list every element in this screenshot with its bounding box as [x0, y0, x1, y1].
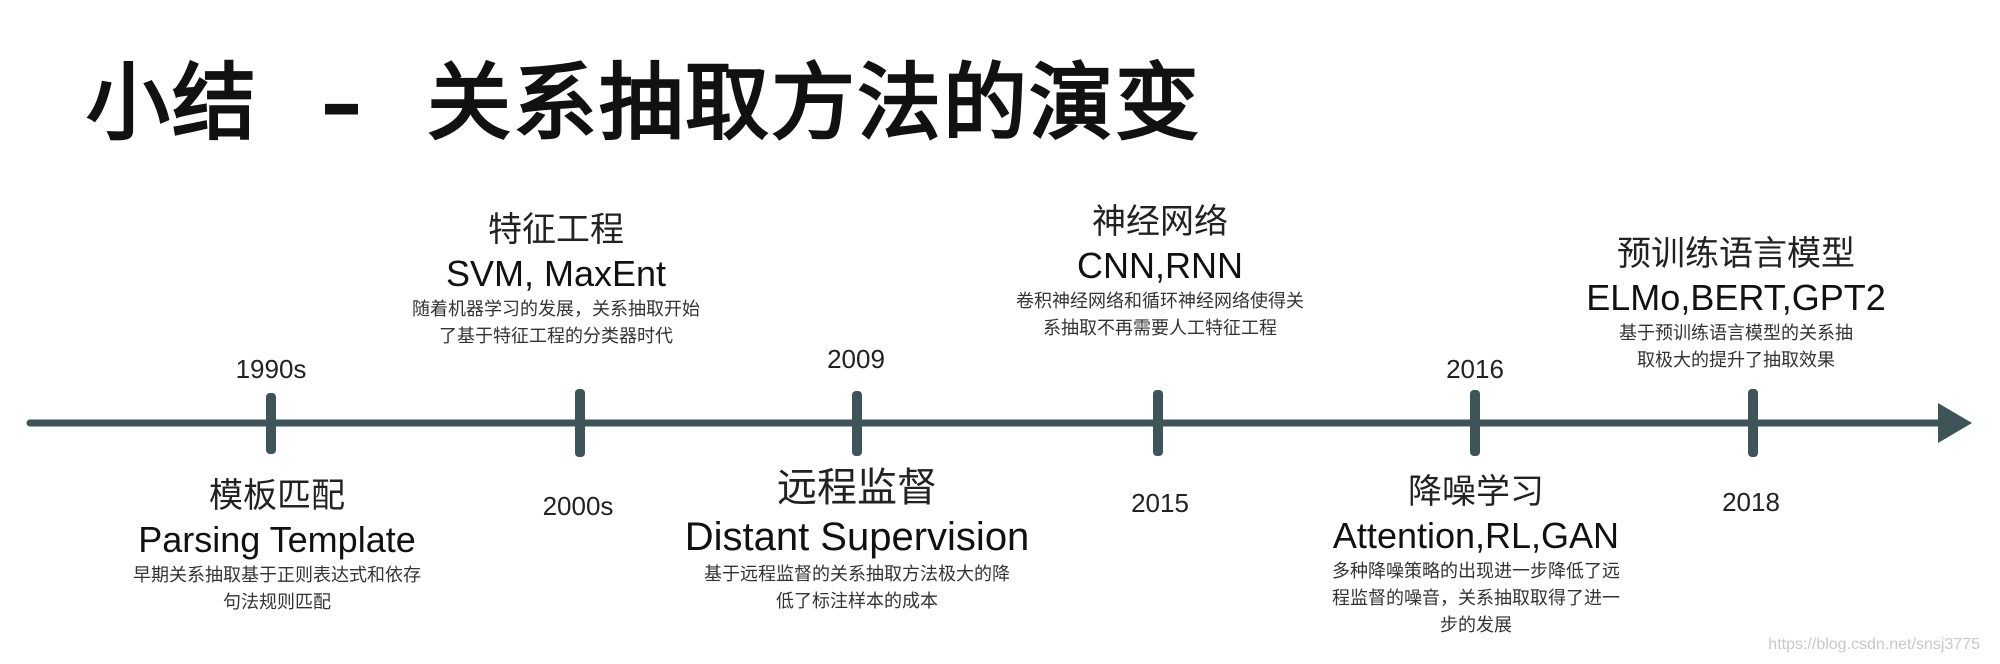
milestone-desc-line: 了基于特征工程的分类器时代 [439, 326, 673, 347]
milestone-en-title: SVM, MaxEnt [445, 253, 667, 294]
tick-2000s [575, 389, 585, 457]
milestone-desc-line: 随着机器学习的发展，关系抽取开始 [412, 299, 700, 320]
milestone-cn-title: 降噪学习 [1408, 472, 1544, 512]
tick-1990s [266, 393, 276, 454]
tick-2016 [1470, 390, 1480, 456]
milestone-desc-line: 基于预训练语言模型的关系抽 [1618, 323, 1853, 344]
milestone-cn-title: 神经网络 [1092, 202, 1228, 242]
milestone-desc-line: 系抽取不再需要人工特征工程 [1043, 318, 1277, 339]
milestone-en-title: Distant Supervision [684, 515, 1030, 559]
milestone-distant-supervision: 远程监督 Distant Supervision 基于远程监督的关系抽取方法极大… [685, 463, 1030, 615]
milestone-cn-title: 远程监督 [776, 465, 937, 511]
milestone-cn-title: 模板匹配 [209, 476, 345, 516]
milestone-desc-line: 早期关系抽取基于正则表达式和依存 [133, 565, 421, 586]
milestone-desc-line: 取极大的提升了抽取效果 [1636, 350, 1835, 371]
milestone-desc-line: 多种降噪策略的出现进一步降低了远 [1332, 561, 1620, 582]
milestone-neural-network: 神经网络 CNN,RNN 卷积神经网络和循环神经网络使得关 系抽取不再需要人工特… [1016, 200, 1304, 342]
milestone-en-title: Attention,RL,GAN [1332, 515, 1620, 556]
year-label-2000s: 2000s [542, 491, 614, 521]
milestone-desc-line: 基于远程监督的关系抽取方法极大的降 [703, 564, 1010, 585]
milestone-en-title: ELMo,BERT,GPT2 [1586, 277, 1886, 318]
milestone-desc-line: 低了标注样本的成本 [775, 591, 938, 612]
milestone-en-title: Parsing Template [138, 519, 416, 560]
milestone-pretrained-lm: 预训练语言模型 ELMo,BERT,GPT2 基于预训练语言模型的关系抽 取极大… [1586, 232, 1885, 374]
year-label-1990s: 1990s [235, 354, 307, 384]
milestone-cn-title: 预训练语言模型 [1616, 234, 1855, 274]
milestone-desc-line: 步的发展 [1440, 615, 1512, 636]
year-label-2018: 2018 [1722, 487, 1780, 517]
tick-2009 [852, 391, 862, 456]
milestone-denoising: 降噪学习 Attention,RL,GAN 多种降噪策略的出现进一步降低了远 程… [1332, 470, 1620, 639]
milestone-desc-line: 句法规则匹配 [223, 592, 331, 613]
milestone-desc-line: 卷积神经网络和循环神经网络使得关 [1016, 291, 1304, 312]
milestone-en-title: CNN,RNN [1077, 245, 1243, 286]
year-label-2015: 2015 [1131, 488, 1189, 518]
milestone-desc-line: 程监督的噪音，关系抽取取得了进一 [1332, 588, 1620, 609]
tick-2018 [1748, 389, 1758, 457]
milestone-cn-title: 特征工程 [488, 210, 624, 250]
milestone-parsing-template: 模板匹配 Parsing Template 早期关系抽取基于正则表达式和依存 句… [133, 474, 421, 616]
year-label-2009: 2009 [827, 344, 885, 374]
axis-arrow-icon [1938, 403, 1972, 443]
milestone-feature-engineering: 特征工程 SVM, MaxEnt 随着机器学习的发展，关系抽取开始 了基于特征工… [412, 208, 700, 350]
tick-2015 [1153, 390, 1163, 456]
year-label-2016: 2016 [1446, 354, 1504, 384]
watermark: https://blog.csdn.net/snsj3775 [1768, 636, 1980, 653]
